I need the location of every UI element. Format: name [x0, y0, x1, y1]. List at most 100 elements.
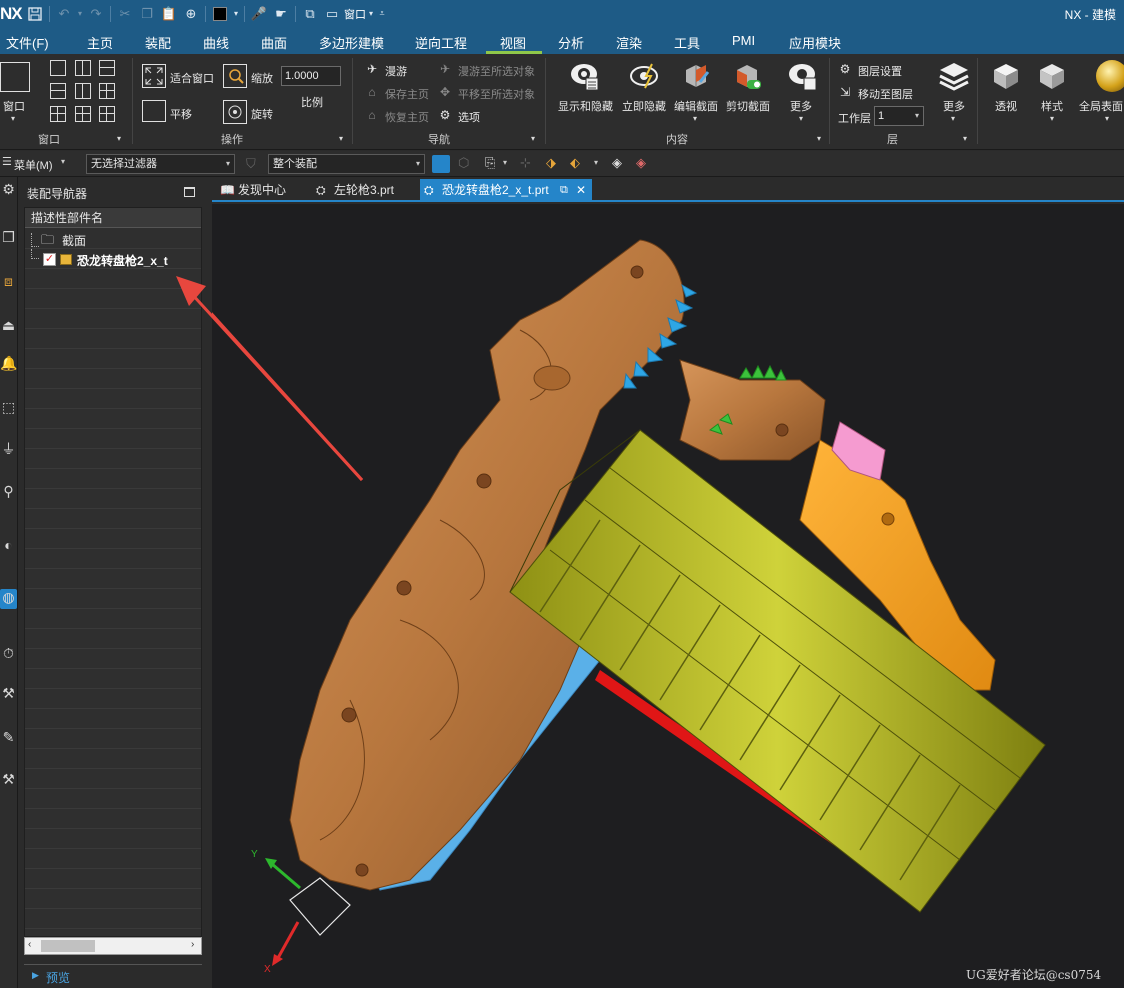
roam-to-selected-icon[interactable]: ✈	[438, 62, 452, 76]
select-face-icon[interactable]: ⬗	[546, 155, 556, 171]
layer-more-dropdown-icon[interactable]: ▾	[951, 114, 955, 123]
visibility-checkbox[interactable]: ✓	[43, 253, 56, 266]
tab-discovery-center[interactable]: 📖 发现中心	[216, 179, 308, 201]
style-dropdown-icon[interactable]: ▾	[1050, 114, 1054, 123]
options-label[interactable]: 选项	[458, 109, 480, 125]
operate-group-dropdown-icon[interactable]: ▾	[339, 134, 343, 143]
scale-input[interactable]: 1.0000	[281, 66, 341, 86]
scroll-left-icon[interactable]: ‹	[28, 939, 31, 950]
menu-icon[interactable]: ☰	[2, 155, 12, 168]
menu-view[interactable]: 视图	[500, 33, 526, 52]
layout-single-icon[interactable]	[50, 60, 66, 76]
selection-filter-select[interactable]: 无选择过滤器 ▾	[86, 154, 235, 174]
menu-surface[interactable]: 曲面	[261, 33, 287, 52]
menu-application[interactable]: 应用模块	[789, 33, 841, 52]
edit-section-icon[interactable]	[680, 60, 712, 92]
layout-four-a-icon[interactable]	[99, 83, 115, 99]
layout-two-horizontal-icon[interactable]	[99, 60, 115, 76]
show-hide-label[interactable]: 显示和隐藏	[558, 98, 613, 114]
show-body-icon[interactable]: ◈	[612, 155, 622, 171]
repeat-command-icon[interactable]: ⊕	[180, 4, 202, 24]
column-header[interactable]: 描述性部件名	[25, 208, 201, 228]
color-swatch-icon[interactable]	[209, 4, 231, 24]
work-layer-select[interactable]: 1 ▾	[874, 106, 924, 126]
hd3d-tools-icon[interactable]: ⏚	[0, 439, 17, 459]
menu-file[interactable]: 文件(F)	[6, 33, 49, 52]
roam-icon[interactable]: ✈	[365, 62, 379, 76]
pan-label[interactable]: 平移	[170, 106, 192, 122]
global-surface-dropdown-icon[interactable]: ▾	[1105, 114, 1109, 123]
style-label[interactable]: 样式	[1041, 98, 1063, 114]
layer-group-dropdown-icon[interactable]: ▾	[963, 134, 967, 143]
save-home-icon[interactable]: ⌂	[365, 85, 379, 99]
part-navigator-icon[interactable]: ❒	[0, 229, 17, 249]
content-more-icon[interactable]	[786, 60, 818, 92]
filter-icon[interactable]: ⛉	[246, 156, 256, 172]
select-body-icon[interactable]: ⬡	[458, 155, 469, 171]
history-icon[interactable]: ◐	[0, 537, 17, 557]
close-icon[interactable]: ✕	[576, 179, 586, 201]
expand-arrow-icon[interactable]: ▶	[32, 970, 39, 981]
layout-four-b-icon[interactable]	[50, 106, 66, 122]
copy-icon[interactable]: ❐	[136, 4, 158, 24]
hide-body-icon[interactable]: ◈	[636, 155, 646, 171]
window-icon[interactable]: ▭	[321, 4, 343, 24]
tab-revolver[interactable]: ⛭ 左轮枪3.prt	[312, 179, 412, 201]
window-dropdown-icon[interactable]: ▾	[11, 114, 15, 123]
edit-section-dropdown-icon[interactable]: ▾	[693, 114, 697, 123]
tree-row-part[interactable]: ✓ 恐龙转盘枪2_x_t	[25, 249, 201, 269]
hide-now-label[interactable]: 立即隐藏	[622, 98, 666, 114]
menu-home[interactable]: 主页	[87, 33, 113, 52]
system-scene-icon[interactable]: ⚒	[0, 771, 17, 791]
global-surface-icon[interactable]	[1096, 60, 1124, 92]
global-surface-label[interactable]: 全局表面	[1079, 98, 1123, 114]
constraint-navigator-icon[interactable]: ⏏	[0, 317, 17, 337]
menu-reverse-engineering[interactable]: 逆向工程	[415, 33, 467, 52]
switch-window-icon[interactable]: ⧉	[299, 4, 321, 24]
window-layout-icon[interactable]	[0, 62, 30, 92]
options-icon[interactable]: ⚙	[438, 108, 452, 122]
selection-scope-icon[interactable]: ⎘	[485, 155, 495, 171]
zoom-label[interactable]: 缩放	[251, 70, 273, 86]
pan-to-selected-icon[interactable]: ✥	[438, 85, 452, 99]
alert-icon[interactable]: 🔔	[0, 355, 17, 375]
navigation-group-dropdown-icon[interactable]: ▾	[531, 134, 535, 143]
rotate-icon[interactable]	[223, 100, 247, 124]
layout-three-b-icon[interactable]	[75, 83, 91, 99]
fit-window-label[interactable]: 适合窗口	[170, 70, 214, 86]
select-component-icon[interactable]	[432, 155, 450, 173]
window-menu-label[interactable]: 窗口	[344, 6, 366, 22]
menu-tools[interactable]: 工具	[674, 33, 700, 52]
system-materials-icon[interactable]: ◍	[0, 589, 17, 609]
scrollbar-thumb[interactable]	[41, 940, 95, 952]
manufacturing-wizard-icon[interactable]: ⚒	[0, 685, 17, 705]
tree-row-section[interactable]: 🗀 截面	[25, 229, 201, 249]
layout-three-icon[interactable]	[50, 83, 66, 99]
touch-mode-icon[interactable]: ☛	[270, 4, 292, 24]
reuse-library-icon[interactable]: ⬚	[0, 399, 17, 419]
rotate-label[interactable]: 旋转	[251, 106, 273, 122]
menu-pmi[interactable]: PMI	[732, 33, 755, 48]
paste-icon[interactable]: 📋	[158, 4, 180, 24]
restore-home-label[interactable]: 恢复主页	[385, 109, 429, 125]
layer-settings-icon[interactable]: ⚙	[838, 62, 852, 76]
layer-more-label[interactable]: 更多	[943, 98, 965, 114]
maximize-icon[interactable]	[184, 187, 195, 197]
menu-analysis[interactable]: 分析	[558, 33, 584, 52]
content-more-dropdown-icon[interactable]: ▾	[799, 114, 803, 123]
content-group-dropdown-icon[interactable]: ▾	[817, 134, 821, 143]
role-icon[interactable]: ✎	[0, 729, 17, 749]
perspective-label[interactable]: 透视	[995, 98, 1017, 114]
clip-section-icon[interactable]	[731, 60, 763, 92]
window-button-label[interactable]: 窗口	[3, 98, 25, 114]
menu-assembly[interactable]: 装配	[145, 33, 171, 52]
hide-now-icon[interactable]	[628, 60, 660, 92]
redo-icon[interactable]: ↷	[85, 4, 107, 24]
assembly-navigator-icon[interactable]: ⧈	[0, 273, 17, 293]
customize-quick-access-icon[interactable]: ⩡	[376, 4, 388, 24]
save-home-label[interactable]: 保存主页	[385, 86, 429, 102]
assembly-scope-select[interactable]: 整个装配 ▾	[268, 154, 425, 174]
select-edge-dropdown-icon[interactable]: ▾	[594, 158, 598, 167]
show-hide-icon[interactable]	[568, 60, 600, 92]
zoom-icon[interactable]	[223, 64, 247, 88]
